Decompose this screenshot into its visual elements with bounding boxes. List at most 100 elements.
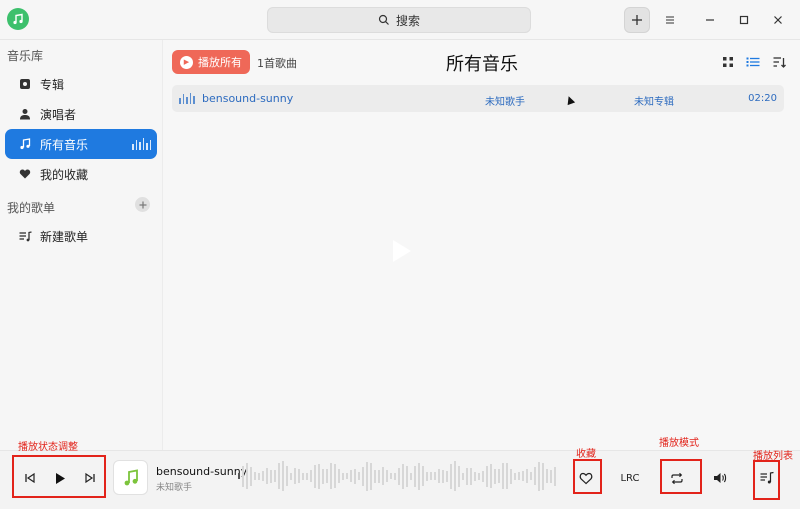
annotation-state-box [12, 455, 106, 498]
menu-button[interactable] [657, 7, 683, 33]
sidebar-item-label: 新建歌单 [40, 229, 89, 244]
waveform-bar [270, 469, 272, 483]
waveform-bar [406, 465, 408, 487]
progress-waveform[interactable] [238, 459, 563, 493]
waveform-bar [394, 472, 396, 480]
sidebar-item-artists[interactable]: 演唱者 [5, 99, 157, 129]
close-icon [774, 16, 782, 24]
waveform-bar [518, 472, 520, 480]
waveform-bar [398, 467, 400, 485]
song-artist: 未知歌手 [485, 97, 525, 108]
annotation-playlist-box [753, 460, 780, 500]
minimize-button[interactable] [697, 7, 723, 33]
volume-button[interactable] [707, 465, 733, 491]
sidebar-item-new-playlist[interactable]: 新建歌单 [5, 221, 157, 251]
volume-icon [714, 473, 727, 483]
now-playing-wave-icon [179, 93, 195, 104]
waveform-bar [250, 466, 252, 486]
waveform-bar [318, 463, 320, 489]
waveform-bar [290, 472, 292, 480]
waveform-bar [410, 472, 412, 480]
waveform-bar [386, 470, 388, 482]
waveform-bar [242, 465, 244, 487]
annotation-favorite-box [573, 459, 602, 494]
waveform-bar [538, 461, 540, 491]
song-count: 1首歌曲 [257, 57, 297, 70]
waveform-bar [490, 464, 492, 488]
player-song-artist: 未知歌手 [156, 483, 193, 493]
title-bar: 搜索 [0, 0, 800, 40]
lyrics-button[interactable]: LRC [617, 465, 643, 491]
sort-button[interactable] [771, 54, 787, 70]
search-icon [378, 14, 389, 25]
sidebar-item-favorites[interactable]: 我的收藏 [5, 159, 157, 189]
waveform-bar [342, 472, 344, 480]
waveform-bar [502, 463, 504, 489]
waveform-bar [306, 472, 308, 480]
waveform-bar [474, 471, 476, 481]
annotation-favorite-label: 收藏 [576, 449, 596, 460]
playlist-icon [18, 230, 32, 242]
waveform-bar [274, 470, 276, 482]
maximize-button[interactable] [731, 7, 757, 33]
sort-icon [773, 57, 786, 68]
waveform-bar [286, 466, 288, 486]
waveform-bar [258, 472, 260, 480]
waveform-bar [554, 466, 556, 486]
play-all-label: 播放所有 [198, 56, 242, 69]
search-box[interactable]: 搜索 [267, 7, 531, 33]
waveform-bar [434, 472, 436, 480]
waveform-bar [322, 468, 324, 484]
waveform-bar [330, 463, 332, 489]
song-duration: 02:20 [748, 93, 777, 104]
waveform-bar [426, 471, 428, 481]
library-section-title: 音乐库 [7, 49, 44, 63]
grid-icon [723, 57, 733, 67]
sidebar-item-all-music[interactable]: 所有音乐 [5, 129, 157, 159]
waveform-bar [450, 463, 452, 489]
waveform-bar [254, 472, 256, 480]
waveform-bar [370, 462, 372, 490]
add-playlist-button[interactable] [135, 197, 150, 212]
waveform-bar [470, 467, 472, 485]
waveform-bar [498, 469, 500, 483]
waveform-bar [358, 472, 360, 480]
now-playing-equalizer-icon [132, 138, 151, 150]
waveform-bar [262, 471, 264, 481]
song-album: 未知专辑 [634, 97, 674, 108]
waveform-bar [478, 472, 480, 480]
waveform-bar [482, 470, 484, 482]
video-play-overlay-icon [393, 240, 411, 262]
waveform-bar [374, 469, 376, 483]
waveform-bar [522, 471, 524, 481]
grid-view-button[interactable] [720, 54, 736, 70]
person-icon [18, 108, 32, 120]
plus-icon [632, 15, 642, 25]
waveform-bar [382, 467, 384, 485]
search-placeholder: 搜索 [395, 13, 420, 28]
waveform-bar [442, 469, 444, 483]
waveform-bar [414, 465, 416, 487]
music-note-icon [124, 468, 138, 485]
album-icon [18, 78, 32, 90]
waveform-bar [294, 468, 296, 484]
album-cover[interactable] [113, 460, 148, 495]
song-row[interactable]: bensound-sunny 未知歌手 未知专辑 02:20 [172, 85, 784, 112]
add-button[interactable] [624, 7, 650, 33]
menu-icon [666, 16, 674, 24]
waveform-bar [430, 472, 432, 480]
waveform-bar [246, 463, 248, 489]
heart-icon [18, 168, 32, 180]
list-icon [746, 57, 760, 67]
waveform-bar [546, 469, 548, 483]
waveform-bar [354, 468, 356, 484]
sidebar-item-albums[interactable]: 专辑 [5, 69, 157, 99]
waveform-bar [350, 470, 352, 482]
waveform-bar [466, 467, 468, 485]
list-view-button[interactable] [745, 54, 761, 70]
close-button[interactable] [765, 7, 791, 33]
play-all-button[interactable]: ▶ 播放所有 [172, 50, 250, 74]
waveform-bar [378, 469, 380, 483]
waveform-bar [334, 464, 336, 488]
waveform-bar [530, 472, 532, 480]
